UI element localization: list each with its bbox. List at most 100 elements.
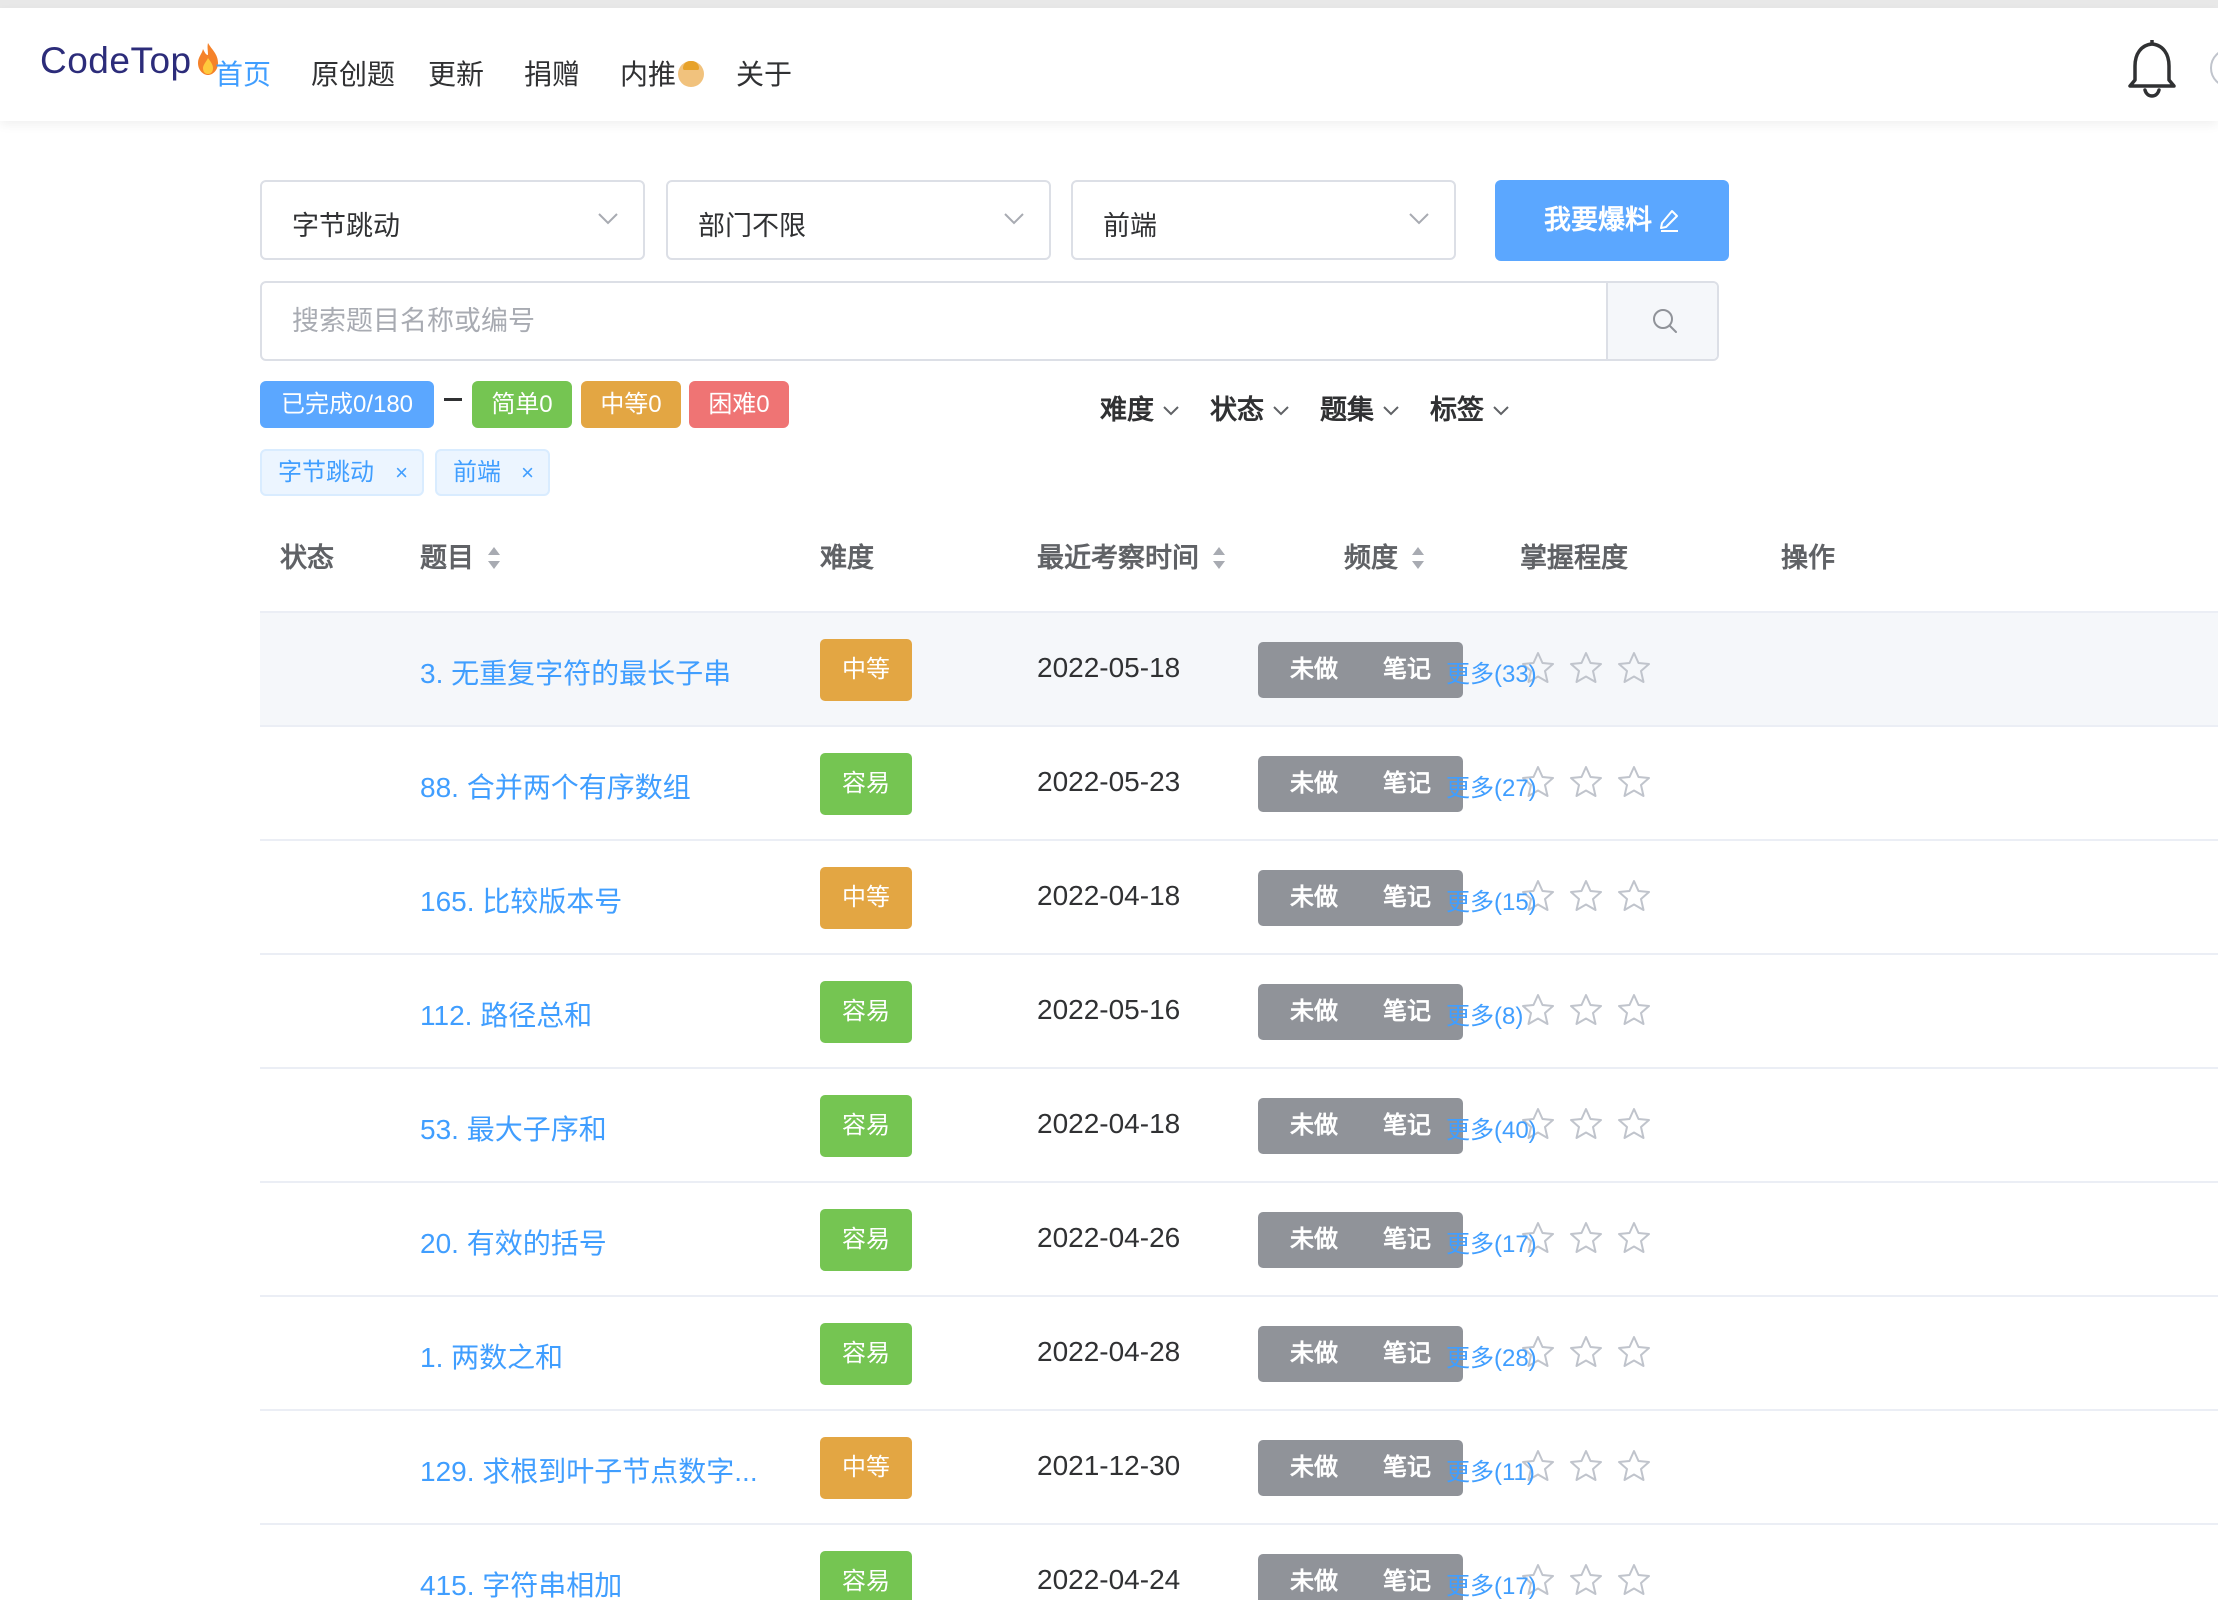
mastery-rating [1520,1334,1670,1370]
separator-dash [444,398,462,401]
difficulty-badge: 容易 [820,1095,912,1157]
star-icon[interactable] [1568,1448,1604,1484]
nav-referral[interactable]: 内推 [620,53,705,93]
star-icon[interactable] [1568,764,1604,800]
more-link[interactable]: 更多(33) [1446,654,1537,689]
star-icon[interactable] [1616,1448,1652,1484]
nav-home[interactable]: 首页 [215,53,271,93]
logo[interactable]: CodeTop [40,40,220,82]
more-link[interactable]: 更多(15) [1446,882,1537,917]
star-icon[interactable] [1568,1334,1604,1370]
chevron-down-icon [598,213,618,225]
table-row: 53. 最大子序和容易2022-04-1820未做笔记更多(40) [260,1069,2218,1183]
problem-title-link[interactable]: 112. 路径总和 [420,994,592,1034]
nav-updates[interactable]: 更新 [428,53,484,93]
table-row: 415. 字符串相加容易2022-04-2416未做笔记更多(17) [260,1525,2218,1600]
more-link[interactable]: 更多(17) [1446,1224,1537,1259]
problem-set-filter-label: 题集 [1320,395,1374,425]
department-select[interactable]: 部门不限 [666,180,1051,260]
close-icon[interactable]: × [521,451,534,494]
star-icon[interactable] [1616,1334,1652,1370]
last-seen-date: 2022-04-26 [1037,1222,1181,1253]
nav-donate[interactable]: 捐赠 [524,53,580,93]
logo-text: CodeTop [40,40,192,81]
star-icon[interactable] [1568,992,1604,1028]
star-icon[interactable] [1568,1562,1604,1598]
difficulty-badge: 容易 [820,1323,912,1385]
user-avatar[interactable] [2210,48,2218,88]
search-button[interactable] [1606,283,1717,359]
more-link[interactable]: 更多(28) [1446,1338,1537,1373]
column-header-last-seen-label: 最近考察时间 [1037,543,1199,573]
difficulty-filter[interactable]: 难度 [1100,388,1180,427]
chevron-down-icon [1004,213,1024,225]
difficulty-badge: 中等 [820,639,912,701]
column-header-mastery: 掌握程度 [1520,543,1628,573]
problem-title-link[interactable]: 415. 字符串相加 [420,1564,622,1600]
column-header-title[interactable]: 题目 [420,536,502,575]
nav-about[interactable]: 关于 [736,53,792,93]
chevron-down-icon [1383,406,1399,416]
star-icon[interactable] [1616,1106,1652,1142]
active-tag-company: 字节跳动 × [260,449,424,496]
last-seen-date: 2021-12-30 [1037,1450,1181,1481]
star-icon[interactable] [1568,650,1604,686]
table-row: 165. 比较版本号中等2022-04-1822未做笔记更多(15) [260,841,2218,955]
difficulty-badge: 中等 [820,867,912,929]
last-seen-date: 2022-05-18 [1037,652,1181,683]
problem-title-link[interactable]: 1. 两数之和 [420,1336,563,1376]
sort-icon [1412,547,1424,569]
more-link[interactable]: 更多(8) [1446,996,1523,1031]
position-select[interactable]: 前端 [1071,180,1456,260]
sort-icon [1213,547,1225,569]
mastery-rating [1520,1220,1670,1256]
more-link[interactable]: 更多(27) [1446,768,1537,803]
mastery-rating [1520,1448,1670,1484]
tag-filter[interactable]: 标签 [1430,388,1510,427]
report-button-label: 我要爆料 [1544,205,1652,235]
problem-title-link[interactable]: 165. 比较版本号 [420,880,622,920]
tag-filter-label: 标签 [1430,395,1484,425]
column-header-frequency-label: 频度 [1344,543,1398,573]
problem-title-link[interactable]: 53. 最大子序和 [420,1108,607,1148]
department-select-value: 部门不限 [698,211,806,241]
more-link[interactable]: 更多(11) [1446,1452,1535,1487]
star-icon[interactable] [1616,650,1652,686]
close-icon[interactable]: × [395,451,408,494]
star-icon[interactable] [1568,878,1604,914]
column-header-frequency[interactable]: 频度 [1344,536,1426,575]
difficulty-badge: 容易 [820,1209,912,1271]
star-icon[interactable] [1568,1106,1604,1142]
star-icon[interactable] [1520,992,1556,1028]
more-link[interactable]: 更多(40) [1446,1110,1537,1145]
company-select[interactable]: 字节跳动 [260,180,645,260]
top-navbar: CodeTop 首页 原创题 更新 捐赠 内推 关于 [0,8,2218,121]
person-raising-hand-icon [678,61,705,87]
star-icon[interactable] [1616,1562,1652,1598]
problem-set-filter[interactable]: 题集 [1320,388,1400,427]
more-link[interactable]: 更多(17) [1446,1566,1537,1600]
star-icon[interactable] [1616,878,1652,914]
problem-title-link[interactable]: 3. 无重复字符的最长子串 [420,652,731,692]
mastery-rating [1520,992,1670,1028]
problem-title-link[interactable]: 20. 有效的括号 [420,1222,607,1262]
star-icon[interactable] [1568,1220,1604,1256]
mastery-rating [1520,1562,1670,1598]
problem-title-link[interactable]: 88. 合并两个有序数组 [420,766,691,806]
column-header-last-seen[interactable]: 最近考察时间 [1037,536,1227,575]
column-header-status: 状态 [280,543,334,573]
mastery-rating [1520,764,1670,800]
star-icon[interactable] [1616,764,1652,800]
search-input[interactable] [262,283,1606,359]
star-icon[interactable] [1616,992,1652,1028]
star-icon[interactable] [1616,1220,1652,1256]
bell-icon[interactable] [2126,36,2178,98]
difficulty-badge: 容易 [820,753,912,815]
report-button[interactable]: 我要爆料 [1495,180,1729,261]
table-row: 20. 有效的括号容易2022-04-2619未做笔记更多(17) [260,1183,2218,1297]
status-filter[interactable]: 状态 [1210,388,1290,427]
column-header-action: 操作 [1781,543,1835,573]
problem-title-link[interactable]: 129. 求根到叶子节点数字... [420,1450,758,1490]
table-row: 3. 无重复字符的最长子串中等2022-05-1839未做笔记更多(33) [260,613,2218,727]
nav-original[interactable]: 原创题 [311,53,395,93]
